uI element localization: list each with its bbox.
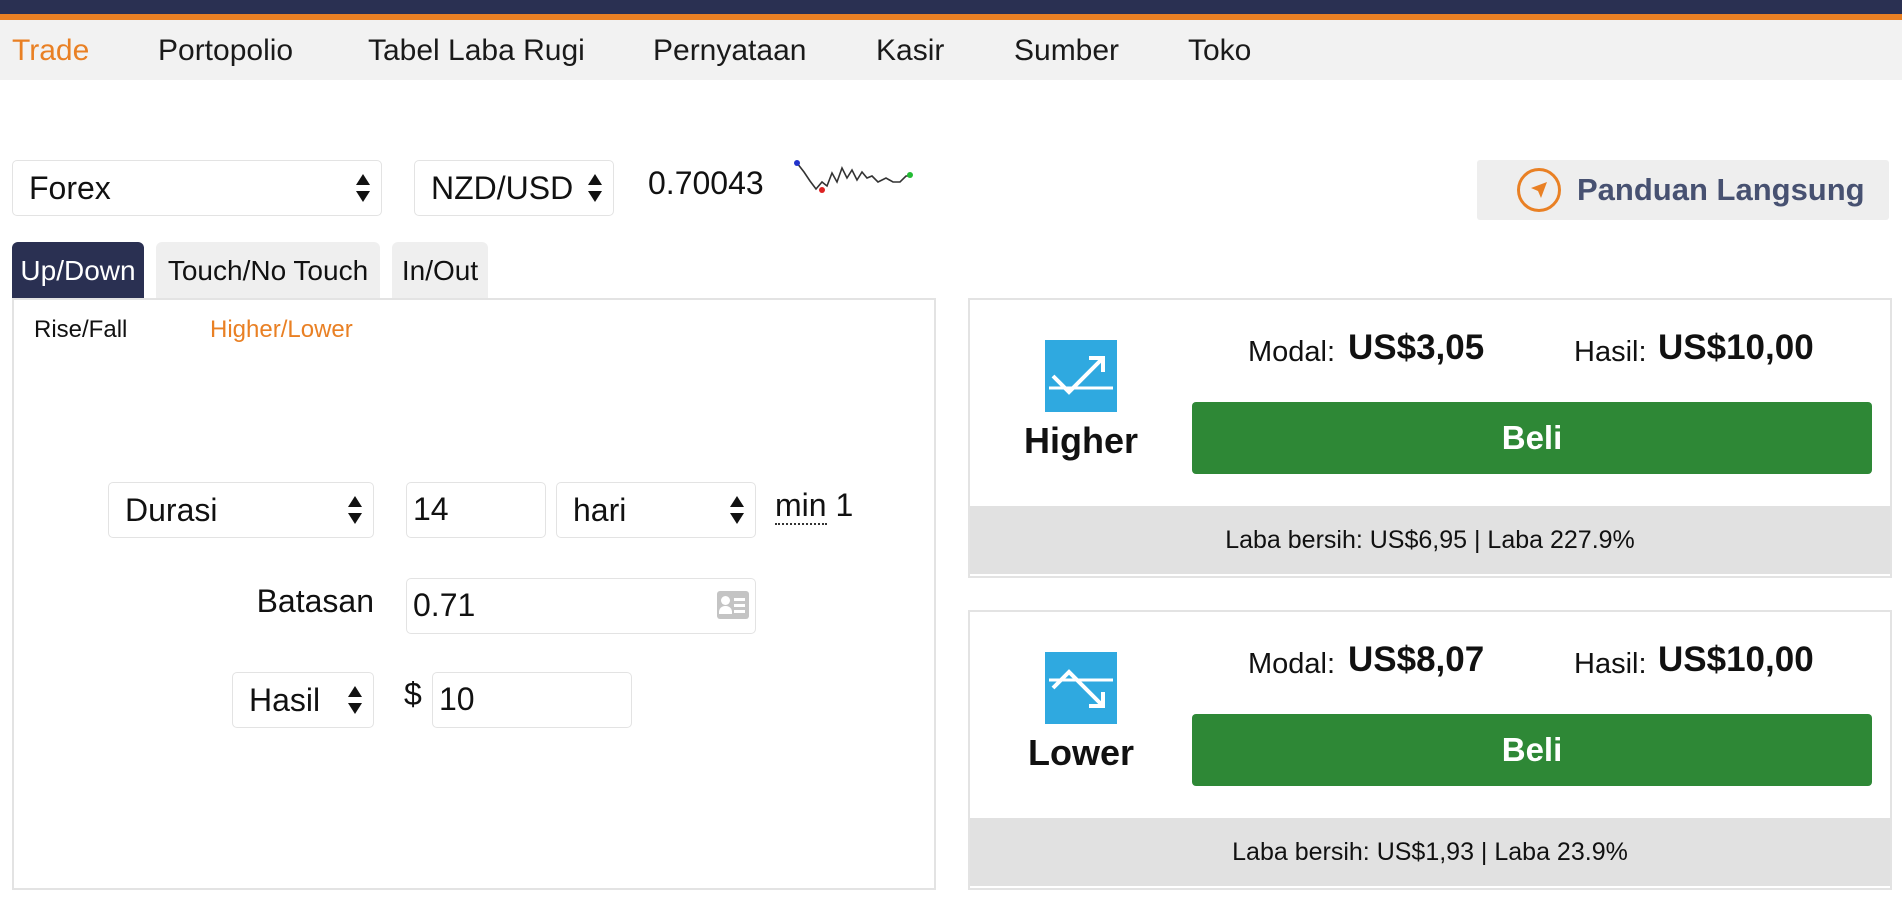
min-abbr: min — [775, 487, 827, 525]
net-profit-summary: Laba bersih: US$1,93 | Laba 23.9% — [970, 818, 1890, 886]
duration-value-input[interactable]: 14 — [406, 482, 546, 538]
nav-item-portfolio[interactable]: Portopolio — [158, 20, 293, 80]
tab-touch-no-touch[interactable]: Touch/No Touch — [156, 242, 380, 298]
duration-unit-value: hari — [573, 492, 627, 528]
contract-card-lower: Lower Modal: US$8,07 Hasil: US$10,00 Bel… — [968, 610, 1892, 890]
payout-value: US$10,00 — [1658, 328, 1814, 367]
top-brand-bar — [0, 0, 1902, 14]
contract-title: Lower — [1027, 732, 1134, 773]
subtab-higher-lower[interactable]: Higher/Lower — [210, 316, 353, 344]
payout-value: US$10,00 — [1658, 640, 1814, 679]
stake-label: Modal: — [1248, 336, 1336, 368]
symbol-select[interactable]: NZD/USD — [414, 160, 614, 216]
payout-label: Hasil: — [1574, 648, 1647, 680]
market-select-value: Forex — [29, 170, 111, 206]
nav-item-cashier[interactable]: Kasir — [876, 20, 944, 80]
barrier-label: Batasan — [256, 583, 374, 619]
select-arrows-icon — [347, 682, 363, 718]
trend-up-icon — [1045, 340, 1117, 412]
select-arrows-icon — [729, 492, 745, 528]
nav-item-trade[interactable]: Trade — [12, 20, 89, 80]
duration-type-value: Durasi — [125, 492, 218, 528]
duration-minimum-hint: min 1 — [775, 487, 854, 525]
nav-item-profit-table[interactable]: Tabel Laba Rugi — [368, 20, 585, 80]
tab-up-down[interactable]: Up/Down — [12, 242, 144, 298]
main-navigation: Trade Portopolio Tabel Laba Rugi Pernyat… — [0, 20, 1902, 80]
buy-higher-button[interactable]: Beli — [1192, 402, 1872, 474]
amount-input[interactable]: 10 — [432, 672, 632, 728]
duration-type-select[interactable]: Durasi — [108, 482, 374, 538]
barrier-value: 0.71 — [413, 587, 476, 623]
subtab-rise-fall[interactable]: Rise/Fall — [34, 316, 127, 344]
select-arrows-icon — [587, 170, 603, 206]
trend-down-icon — [1045, 652, 1117, 724]
spot-price: 0.70043 — [648, 165, 764, 201]
select-arrows-icon — [347, 492, 363, 528]
duration-value: 14 — [413, 491, 449, 527]
symbol-select-value: NZD/USD — [431, 170, 574, 206]
live-guide-label: Panduan Langsung — [1577, 172, 1865, 207]
currency-symbol: $ — [404, 676, 422, 712]
stake-label: Modal: — [1248, 648, 1336, 680]
contract-card-higher: Higher Modal: US$3,05 Hasil: US$10,00 Be… — [968, 298, 1892, 578]
stake-value: US$3,05 — [1348, 328, 1485, 367]
navigation-arrow-icon — [1517, 168, 1561, 212]
market-select[interactable]: Forex — [12, 160, 382, 216]
payout-label: Hasil: — [1574, 336, 1647, 368]
amount-type-value: Hasil — [249, 682, 321, 718]
price-sparkline-icon — [794, 160, 913, 193]
live-guide-button[interactable]: Panduan Langsung — [1477, 160, 1889, 220]
tab-in-out[interactable]: In/Out — [392, 242, 488, 298]
duration-unit-select[interactable]: hari — [556, 482, 756, 538]
barrier-input[interactable]: 0.71 — [406, 578, 756, 634]
stake-value: US$8,07 — [1348, 640, 1485, 679]
net-profit-summary: Laba bersih: US$6,95 | Laba 227.9% — [970, 506, 1890, 574]
nav-item-statement[interactable]: Pernyataan — [653, 20, 806, 80]
buy-lower-button[interactable]: Beli — [1192, 714, 1872, 786]
min-value: 1 — [835, 487, 854, 523]
contact-card-icon[interactable] — [717, 591, 749, 619]
nav-item-resources[interactable]: Sumber — [1014, 20, 1119, 80]
contract-title: Higher — [1023, 420, 1138, 461]
amount-type-select[interactable]: Hasil — [232, 672, 374, 728]
amount-value: 10 — [439, 681, 475, 717]
nav-item-shop[interactable]: Toko — [1188, 20, 1251, 80]
select-arrows-icon — [355, 170, 371, 206]
